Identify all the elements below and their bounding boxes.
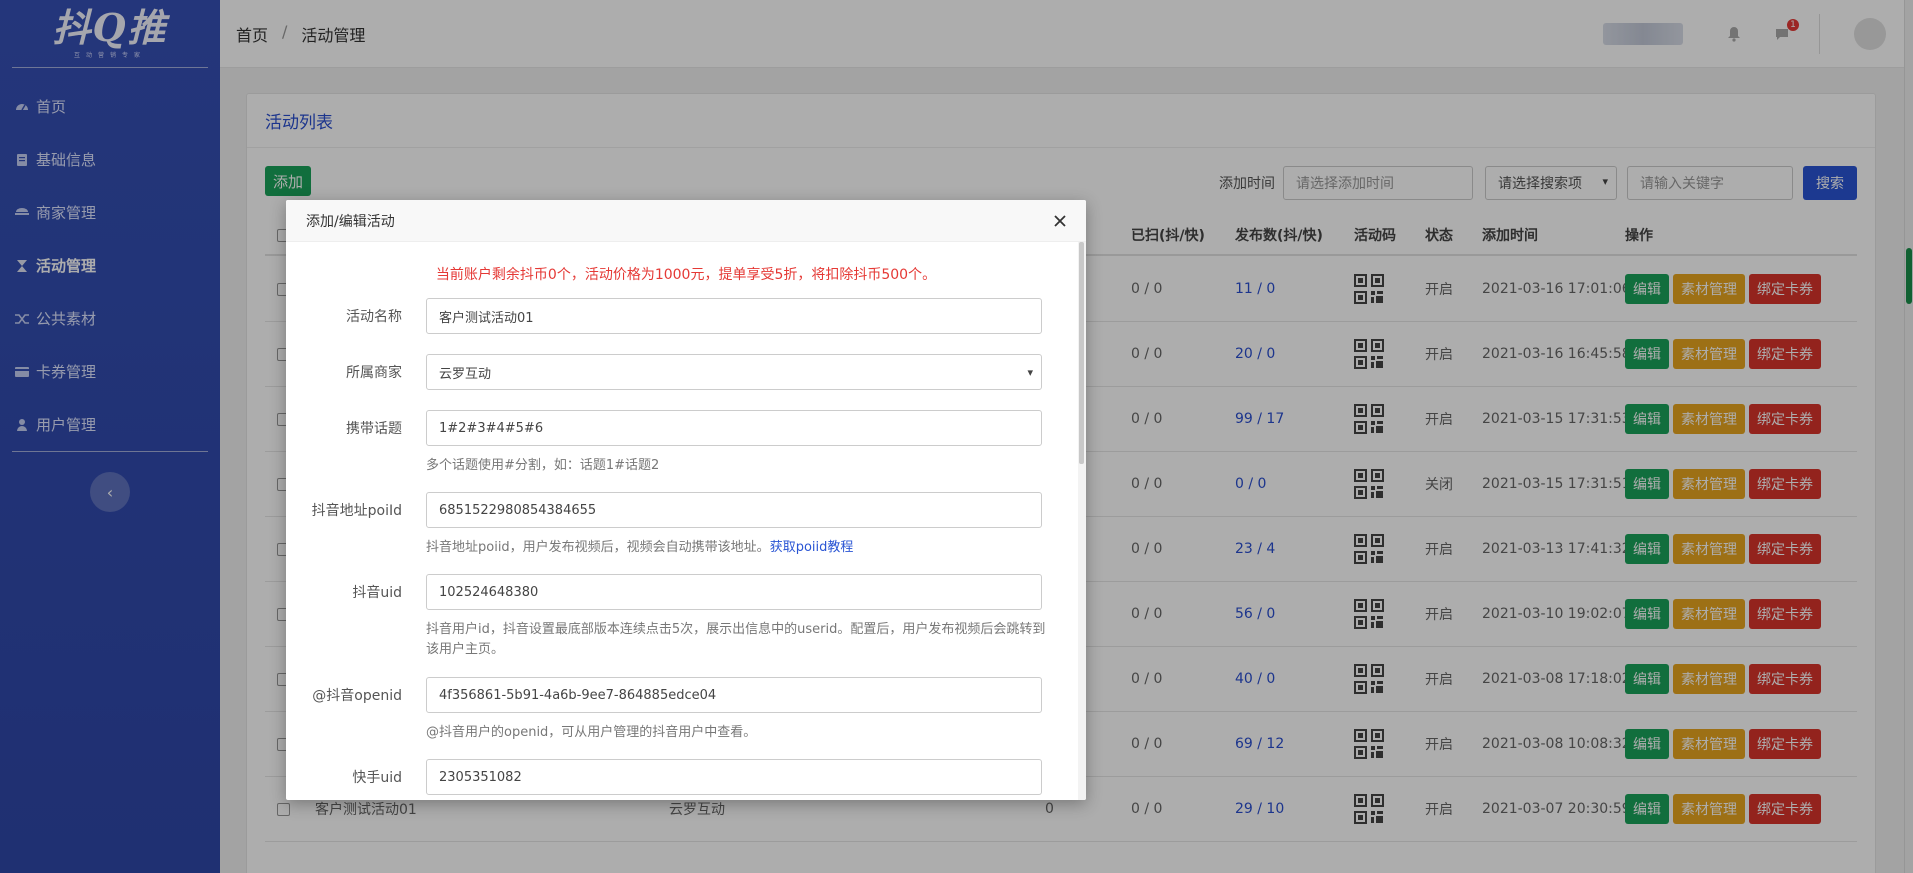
balance-notice: 当前账户剩余抖币0个，活动价格为1000元，提单享受5折，将扣除抖币500个。 [435, 267, 937, 283]
kuaishou-uid-input[interactable]: 2305351082 [426, 759, 1042, 795]
poi-help: 抖音地址poiid，用户发布视频后，视频会自动携带该地址。获取poiid教程 [426, 538, 1046, 558]
poi-input[interactable]: 6851522980854384655 [426, 492, 1042, 528]
douyin-uid-help: 抖音用户id，抖音设置最底部版本连续点击5次，展示出信息中的userid。配置后… [426, 622, 1046, 657]
modal-body: 当前账户剩余抖币0个，活动价格为1000元，提单享受5折，将扣除抖币500个。 … [286, 242, 1086, 800]
openid-help: @抖音用户的openid，可从用户管理的抖音用户中查看。 [426, 725, 757, 740]
field-label: 抖音地址poiId [311, 503, 402, 519]
field-label: 活动名称 [346, 309, 402, 325]
topics-input[interactable]: 1#2#3#4#5#6 [426, 410, 1042, 446]
modal-scrollbar-thumb[interactable] [1079, 242, 1084, 464]
field-label: 携带话题 [346, 421, 402, 437]
edit-activity-modal: 添加/编辑活动 当前账户剩余抖币0个，活动价格为1000元，提单享受5折，将扣除… [286, 200, 1086, 800]
close-icon[interactable] [1050, 211, 1070, 231]
merchant-select[interactable]: 云罗互动 [426, 354, 1042, 390]
activity-name-input[interactable]: 客户测试活动01 [426, 298, 1042, 334]
field-label: @抖音openid [312, 688, 402, 704]
douyin-uid-input[interactable]: 102524648380 [426, 574, 1042, 610]
openid-input[interactable]: 4f356861-5b91-4a6b-9ee7-864885edce04 [426, 677, 1042, 713]
modal-scrollbar[interactable] [1078, 242, 1086, 800]
field-label: 快手uid [352, 770, 402, 786]
field-label: 所属商家 [346, 365, 402, 381]
modal-title: 添加/编辑活动 [286, 200, 1086, 242]
poi-tutorial-link[interactable]: 获取poiid教程 [770, 540, 854, 555]
field-label: 抖音uid [352, 585, 402, 601]
topics-help: 多个话题使用#分割，如：话题1#话题2 [426, 458, 660, 473]
poi-help-text: 抖音地址poiid，用户发布视频后，视频会自动携带该地址。 [426, 540, 770, 555]
